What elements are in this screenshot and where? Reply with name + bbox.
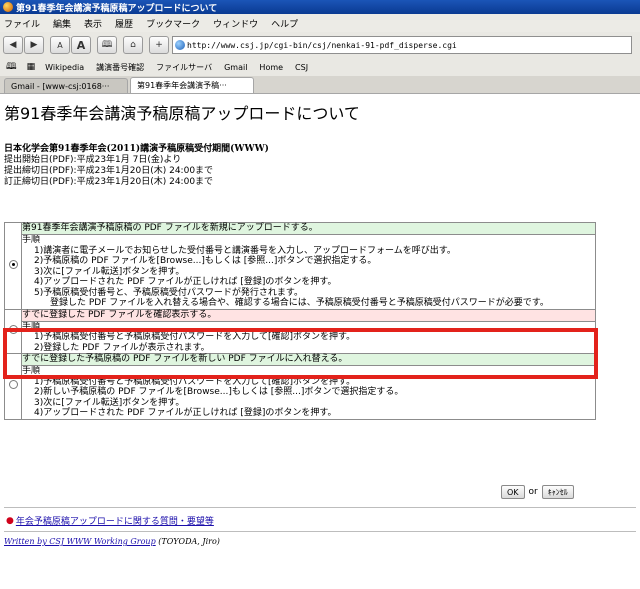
text-smaller-button[interactable]: A (50, 36, 70, 54)
step-item: 3)次に[ファイル転送]ボタンを押す。 (34, 266, 185, 277)
steps-label: 手順 (22, 235, 41, 245)
step-item: 2)予稿原稿の PDF ファイルを[Browse...]もしくは [参照...]… (34, 256, 377, 266)
home-button[interactable]: ⌂ (123, 36, 143, 54)
option-steps: 手順 1)講演者に電子メールでお知らせした受付番号と講演番号を入力し、アップロー… (21, 234, 596, 310)
top-sites-grid-icon[interactable]: ▦ (27, 62, 36, 72)
option-replace-file: すでに登録した予稿原稿の PDF ファイルを新しい PDF ファイルに入れ替える… (4, 353, 596, 420)
page-content: 第91春季年会講演予稿原稿アップロードについて 日本化学会第91春季年会(201… (0, 94, 640, 589)
add-bookmark-button[interactable]: + (149, 36, 169, 54)
option-steps: 手順 1)予稿原稿受付番号と予稿原稿受付パスワードを入力して[確認]ボタンを押す… (21, 320, 596, 354)
radio-new-upload[interactable] (8, 259, 18, 269)
menu-bookmarks[interactable]: ブックマーク (146, 17, 200, 30)
page-title: 第91春季年会講演予稿原稿アップロードについて (4, 104, 360, 123)
menu-history[interactable]: 履歴 (115, 17, 133, 30)
divider (4, 531, 636, 532)
menu-help[interactable]: ヘルプ (271, 17, 298, 30)
period-line: 訂正締切日(PDF):平成23年1月20日(木) 24:00まで (4, 177, 214, 187)
footer: Written by CSJ WWW Working Group (TOYODA… (4, 537, 220, 546)
step-item: 3)次に[ファイル転送]ボタンを押す。 (34, 397, 185, 408)
menu-file[interactable]: ファイル (4, 17, 40, 30)
faq-row: ● 年会予稿原稿アップロードに関する質問・要望等 (6, 514, 214, 528)
address-url: http://www.csj.jp/cgi-bin/csj/nenkai-91-… (187, 40, 457, 50)
cancel-button[interactable]: ｷｬﾝｾﾙ (541, 485, 574, 499)
window-titlebar: 第91春季年会講演予稿原稿アップロードについて (0, 0, 640, 14)
period-line: 提出締切日(PDF):平成23年1月20日(木) 24:00まで (4, 166, 214, 176)
form-actions: OK or ｷｬﾝｾﾙ (501, 485, 574, 499)
text-larger-button[interactable]: A (71, 36, 91, 54)
window-title: 第91春季年会講演予稿原稿アップロードについて (16, 3, 218, 14)
option-radio-cell (4, 308, 22, 354)
tab-strip: Gmail - [www-csj:0168··· 第91春季年会講演予稿··· (0, 76, 640, 94)
period-line: 提出開始日(PDF):平成23年1月 7日(金)より (4, 155, 182, 165)
step-item: 2)新しい予稿原稿の PDF ファイルを[Browse...]もしくは [参照.… (34, 387, 404, 397)
bookmarks-book-icon[interactable]: 🕮 (6, 59, 17, 75)
menu-bar: ファイル 編集 表示 履歴 ブックマーク ウィンドウ ヘルプ (0, 14, 640, 32)
browser-app-icon (3, 2, 13, 12)
tab-gmail[interactable]: Gmail - [www-csj:0168··· (4, 78, 128, 93)
bookmark-file-server[interactable]: ファイルサーバ (156, 62, 212, 73)
bullet-icon: ● (6, 515, 14, 526)
menu-view[interactable]: 表示 (84, 17, 102, 30)
tab-upload-page[interactable]: 第91春季年会講演予稿··· (130, 77, 254, 93)
option-radio-cell (4, 222, 22, 310)
step-item: 5)予稿原稿受付番号と、予稿原稿受付パスワードが発行されます。 (34, 287, 303, 298)
step-item: 1)予稿原稿受付番号と予稿原稿受付パスワードを入力して[確認]ボタンを押す。 (34, 376, 356, 387)
menu-window[interactable]: ウィンドウ (213, 17, 258, 30)
submission-period: 日本化学会第91春季年会(2011)講演予稿原稿受付期間(WWW) 提出開始日(… (4, 144, 269, 188)
globe-icon (175, 40, 185, 50)
menu-edit[interactable]: 編集 (53, 17, 71, 30)
step-item: 4)アップロードされた PDF ファイルが正しければ [登録]のボタンを押す。 (34, 277, 337, 287)
option-header: 第91春季年会講演予稿原稿の PDF ファイルを新規にアップロードする。 (21, 222, 596, 235)
footer-link[interactable]: Written by CSJ WWW Working Group (4, 537, 156, 546)
option-header: すでに登録した PDF ファイルを確認表示する。 (21, 308, 596, 322)
navigation-toolbar: ◀ ▶ A A 🕮 ⌂ + http://www.csj.jp/cgi-bin/… (0, 32, 640, 58)
bookmark-gmail[interactable]: Gmail (224, 63, 247, 72)
back-button[interactable]: ◀ (3, 36, 23, 54)
ok-button[interactable]: OK (501, 485, 525, 499)
radio-view-registered[interactable] (8, 325, 18, 335)
radio-replace-file[interactable] (8, 380, 18, 390)
bookmark-lecture-number[interactable]: 講演番号確認 (96, 62, 144, 73)
period-title: 日本化学会第91春季年会(2011)講演予稿原稿受付期間(WWW) (4, 144, 269, 154)
action-options-table: 第91春季年会講演予稿原稿の PDF ファイルを新規にアップロードする。 手順 … (4, 222, 596, 420)
option-new-upload: 第91春季年会講演予稿原稿の PDF ファイルを新規にアップロードする。 (4, 222, 596, 310)
step-item: 1)講演者に電子メールでお知らせした受付番号と講演番号を入力し、アップロードフォ… (34, 245, 456, 256)
address-bar[interactable]: http://www.csj.jp/cgi-bin/csj/nenkai-91-… (172, 36, 632, 54)
step-item: 1)予稿原稿受付番号と予稿原稿受付パスワードを入力して[確認]ボタンを押す。 (34, 332, 356, 342)
step-note: 登録した PDF ファイルを入れ替える場合や、確認する場合には、予稿原稿受付番号… (50, 298, 549, 308)
bookmark-csj[interactable]: CSJ (295, 63, 308, 72)
bookmarks-bar: 🕮 ▦ Wikipedia 講演番号確認 ファイルサーバ Gmail Home … (0, 58, 640, 76)
bookmark-home[interactable]: Home (259, 63, 283, 72)
option-header: すでに登録した予稿原稿の PDF ファイルを新しい PDF ファイルに入れ替える… (21, 353, 596, 366)
or-label: or (528, 487, 538, 497)
bookmark-wikipedia[interactable]: Wikipedia (45, 63, 84, 72)
bookmarks-book-icon[interactable]: 🕮 (97, 36, 117, 54)
divider (4, 507, 636, 508)
footer-author: (TOYODA, Jiro) (155, 537, 220, 546)
option-view-registered: すでに登録した PDF ファイルを確認表示する。 (4, 308, 596, 354)
faq-link[interactable]: 年会予稿原稿アップロードに関する質問・要望等 (16, 514, 214, 527)
forward-button[interactable]: ▶ (24, 36, 44, 54)
steps-label: 手順 (22, 366, 41, 376)
step-item: 2)登録した PDF ファイルが表示されます。 (34, 342, 210, 353)
step-item: 4)アップロードされた PDF ファイルが正しければ [登録]のボタンを押す。 (34, 408, 337, 418)
option-radio-cell (4, 353, 22, 420)
option-steps: 手順 1)予稿原稿受付番号と予稿原稿受付パスワードを入力して[確認]ボタンを押す… (21, 365, 596, 420)
steps-label: 手順 (22, 321, 41, 332)
